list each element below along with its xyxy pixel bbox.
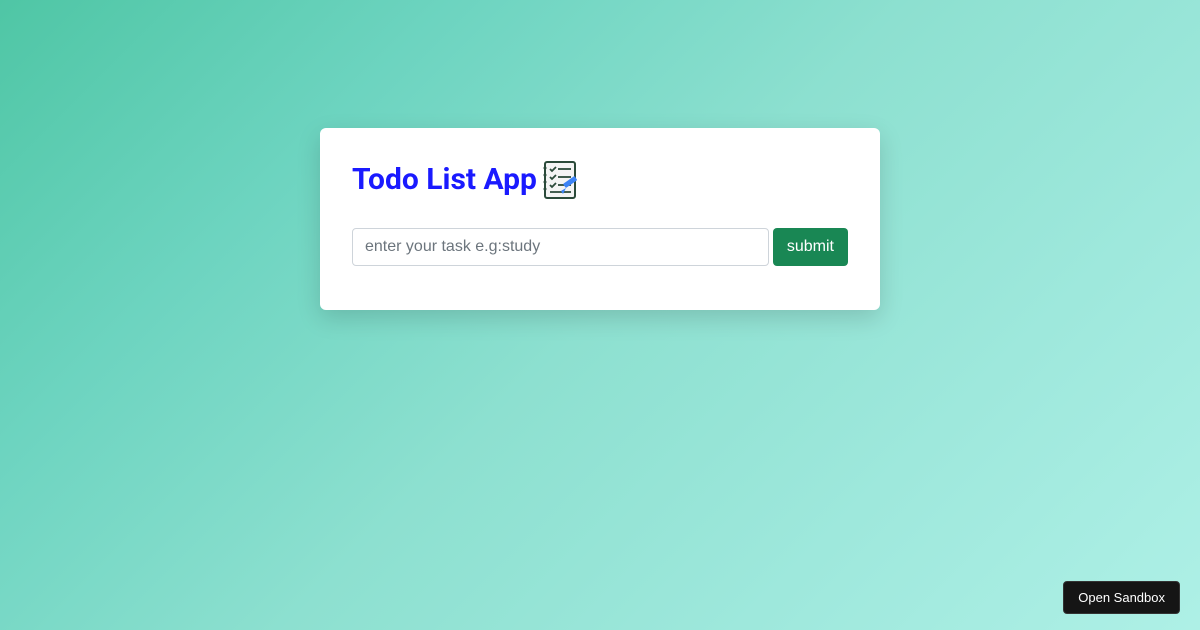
page-title: Todo List App xyxy=(352,165,537,195)
checklist-icon xyxy=(539,160,581,200)
open-sandbox-button[interactable]: Open Sandbox xyxy=(1063,581,1180,614)
input-row: submit xyxy=(352,228,848,266)
title-row: Todo List App xyxy=(352,160,848,200)
task-input[interactable] xyxy=(352,228,769,266)
submit-button[interactable]: submit xyxy=(773,228,848,266)
todo-card: Todo List App submit xyxy=(320,128,880,310)
